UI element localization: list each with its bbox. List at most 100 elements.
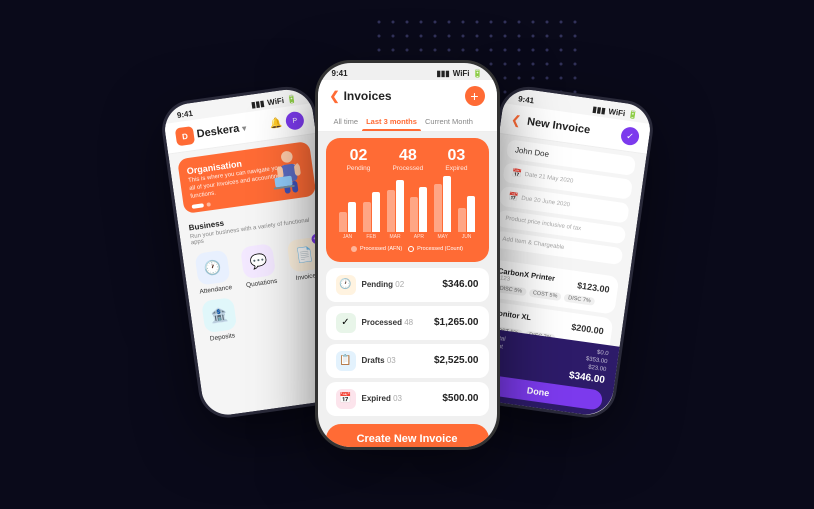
tab-bar: All time Last 3 months Current Month <box>318 112 497 132</box>
expired-stat: 03 Expired <box>445 148 467 172</box>
bar-jan-1 <box>339 212 347 232</box>
bar-feb-1 <box>363 202 371 232</box>
monitor-amount: $200.00 <box>570 321 604 335</box>
drafts-icon: 📋 <box>336 351 356 371</box>
bar-chart: JAN FEB MAR <box>336 180 479 240</box>
subtotal-value: $0.0 <box>596 349 608 357</box>
calendar-icon: 📅 <box>511 168 522 178</box>
bar-jan-2 <box>348 202 356 232</box>
deskera-logo: D Deskera ▾ <box>174 118 247 146</box>
brand-name: Deskera <box>195 122 239 140</box>
bar-jun-2 <box>467 196 475 232</box>
org-card: Organisation This is where you can navig… <box>177 140 316 213</box>
bar-feb: FEB <box>361 192 381 240</box>
confirm-button[interactable]: ✓ <box>619 125 639 145</box>
attendance-icon: 🕐 <box>194 249 230 285</box>
header-back-title: ❮ Invoices <box>330 89 392 103</box>
bar-mar: MAR <box>385 180 405 240</box>
tax-value: $23.00 <box>587 364 606 372</box>
expired-info: Expired 03 <box>362 394 402 403</box>
pending-info: Pending 02 <box>362 280 405 289</box>
expired-value: 03 <box>445 148 467 164</box>
processed-label: Processed <box>393 165 424 172</box>
expired-status: Expired 03 <box>362 394 402 403</box>
expired-icon: 📅 <box>336 389 356 409</box>
deposits-icon: 🏦 <box>201 297 237 333</box>
left-time: 9:41 <box>176 108 193 119</box>
pending-amount: $346.00 <box>442 279 478 290</box>
app-item-deposits[interactable]: 🏦 Deposits <box>197 296 243 343</box>
due-calendar-icon: 📅 <box>507 191 518 201</box>
expired-left: 📅 Expired 03 <box>336 389 402 409</box>
expired-label: Expired <box>445 165 467 172</box>
deskera-icon: D <box>174 125 194 145</box>
bar-jun-1 <box>458 208 466 232</box>
right-time: 9:41 <box>517 94 534 105</box>
right-back-icon[interactable]: ❮ <box>510 112 522 127</box>
quotations-label: Quotations <box>245 277 277 288</box>
center-status-icons: ▮▮▮ WiFi 🔋 <box>437 69 483 78</box>
invoice-row-drafts[interactable]: 📋 Drafts 03 $2,525.00 <box>326 344 489 378</box>
bar-apr-1 <box>410 197 418 232</box>
quotations-icon: 💬 <box>240 243 276 279</box>
tab-all-time[interactable]: All time <box>330 112 363 131</box>
center-time: 9:41 <box>332 69 348 78</box>
pending-value: 02 <box>347 148 371 164</box>
back-arrow-icon[interactable]: ❮ <box>330 89 340 103</box>
bar-may: MAY <box>433 176 453 240</box>
processed-value: 48 <box>393 148 424 164</box>
drafts-left: 📋 Drafts 03 <box>336 351 396 371</box>
user-avatar: P <box>284 110 304 130</box>
processed-info: Processed 48 <box>362 318 414 327</box>
client-section: John Doe 📅 Date 21 May 2020 📅 Due 20 Jun… <box>482 133 646 274</box>
pending-left: 🕐 Pending 02 <box>336 275 405 295</box>
carbonx-amount: $123.00 <box>576 279 610 293</box>
bar-may-1 <box>434 184 442 232</box>
invoice-row-pending[interactable]: 🕐 Pending 02 $346.00 <box>326 268 489 302</box>
invoice-row-expired[interactable]: 📅 Expired 03 $500.00 <box>326 382 489 416</box>
legend-processed-afn: Processed (AFN) <box>351 246 402 252</box>
stats-row: 02 Pending 48 Processed 03 Expired <box>336 148 479 172</box>
processed-icon: ✓ <box>336 313 356 333</box>
create-invoice-button[interactable]: Create New Invoice <box>326 424 489 450</box>
drafts-amount: $2,525.00 <box>434 355 479 366</box>
center-phone: 9:41 ▮▮▮ WiFi 🔋 ❮ Invoices + All time La… <box>315 60 500 450</box>
phones-container: 9:41 ▮▮▮ WiFi 🔋 D Deskera ▾ 🔔 P <box>160 60 655 450</box>
center-phone-content: 9:41 ▮▮▮ WiFi 🔋 ❮ Invoices + All time La… <box>318 63 497 447</box>
tab-current-month[interactable]: Current Month <box>421 112 477 131</box>
invoice-list: 🕐 Pending 02 $346.00 ✓ Processed 48 <box>318 268 497 416</box>
app-item-attendance[interactable]: 🕐 Attendance <box>190 248 236 295</box>
discount-value: $353.00 <box>585 356 607 365</box>
legend-processed-count: Processed (Count) <box>408 246 463 252</box>
add-invoice-button[interactable]: + <box>465 86 485 106</box>
bar-jun: JUN <box>457 196 477 240</box>
invoice-row-processed[interactable]: ✓ Processed 48 $1,265.00 <box>326 306 489 340</box>
app-item-quotations[interactable]: 💬 Quotations <box>236 242 282 289</box>
drafts-info: Drafts 03 <box>362 356 396 365</box>
bar-apr: APR <box>409 187 429 240</box>
bar-jan: JAN <box>338 202 358 240</box>
attendance-label: Attendance <box>199 284 233 296</box>
bar-mar-1 <box>387 190 395 232</box>
pending-stat: 02 Pending <box>347 148 371 172</box>
right-page-title: New Invoice <box>526 115 591 136</box>
bar-mar-2 <box>396 180 404 232</box>
expired-amount: $500.00 <box>442 393 478 404</box>
center-page-title: Invoices <box>344 89 392 103</box>
pending-label: Pending <box>347 165 371 172</box>
chart-legend: Processed (AFN) Processed (Count) <box>336 246 479 252</box>
tag-cost5: COST 5% <box>528 288 561 300</box>
deposits-label: Deposits <box>209 332 235 342</box>
drafts-status: Drafts 03 <box>362 356 396 365</box>
center-header: ❮ Invoices + <box>318 80 497 112</box>
tag-disc7: DISC 7% <box>563 293 594 305</box>
bar-feb-2 <box>372 192 380 232</box>
tab-last-3-months[interactable]: Last 3 months <box>362 112 421 131</box>
bar-apr-2 <box>419 187 427 232</box>
processed-status: Processed 48 <box>362 318 414 327</box>
pending-icon: 🕐 <box>336 275 356 295</box>
center-status-bar: 9:41 ▮▮▮ WiFi 🔋 <box>318 63 497 80</box>
stats-card: 02 Pending 48 Processed 03 Expired <box>326 138 489 262</box>
processed-stat: 48 Processed <box>393 148 424 172</box>
processed-amount: $1,265.00 <box>434 317 479 328</box>
